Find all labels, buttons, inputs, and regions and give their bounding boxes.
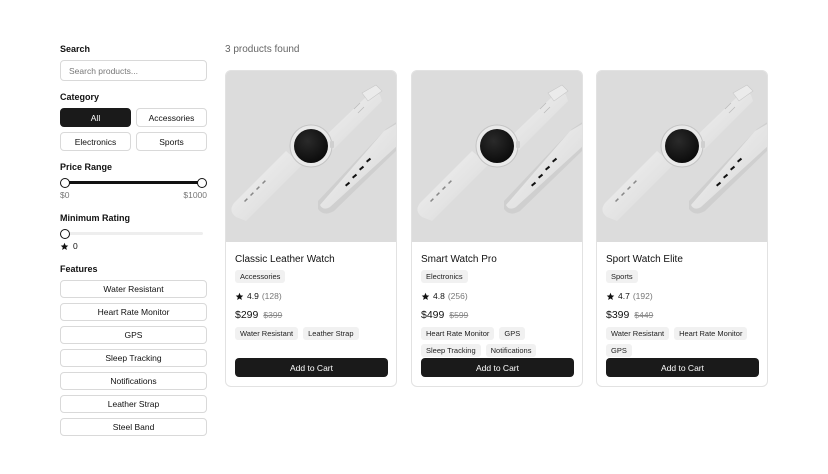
price-range-label: Price Range [60,162,113,172]
feature-tags: Water Resistant Leather Strap [235,327,387,344]
feature-tag: Water Resistant [235,327,299,340]
feature-tag: Water Resistant [606,327,670,340]
price-range-labels: $0 $1000 [60,190,207,200]
price-row: $299 $399 [235,309,387,321]
results-count: 3 products found [225,44,300,55]
product-price: $399 [606,309,630,321]
product-rating: 4.7 (192) [606,291,758,301]
category-options: All Accessories Electronics Sports [60,108,207,151]
feature-tag: Leather Strap [303,327,359,340]
star-icon [421,292,430,300]
rating-thumb[interactable] [60,229,70,239]
product-card[interactable]: Smart Watch Pro Electronics 4.8 (256) $4… [411,70,583,387]
price-row: $499 $599 [421,309,573,321]
rating-value-row: 0 [60,241,207,251]
category-label: Category [60,92,100,102]
category-sports-button[interactable]: Sports [136,132,207,151]
price-min-thumb[interactable] [60,178,70,188]
filter-sidebar: Search Category All Accessories Electron… [60,44,207,441]
review-count: (128) [261,291,282,301]
rating-value: 4.9 [247,291,259,301]
star-icon [606,292,615,300]
feature-options: Water Resistant Heart Rate Monitor GPS S… [60,280,207,436]
price-range-fill [64,181,203,184]
feature-tag: Notifications [485,344,537,357]
original-price: $399 [263,310,283,320]
feature-tag: GPS [499,327,526,340]
star-icon [60,242,69,250]
product-card[interactable]: Classic Leather Watch Accessories 4.9 (1… [225,70,397,387]
product-title[interactable]: Classic Leather Watch [235,253,387,266]
add-to-cart-button[interactable]: Add to Cart [606,358,759,377]
feature-tags: Heart Rate Monitor GPS Sleep Tracking No… [421,327,573,361]
price-range-slider[interactable] [60,178,207,188]
product-price: $299 [235,309,259,321]
product-image[interactable] [412,71,582,242]
feature-steel-band-button[interactable]: Steel Band [60,418,207,436]
add-to-cart-button[interactable]: Add to Cart [235,358,388,377]
price-max-thumb[interactable] [197,178,207,188]
category-all-button[interactable]: All [60,108,131,127]
add-to-cart-button[interactable]: Add to Cart [421,358,574,377]
feature-tag: Sleep Tracking [421,344,481,357]
product-image[interactable] [226,71,396,242]
review-count: (256) [447,291,468,301]
feature-tag: Heart Rate Monitor [674,327,748,340]
feature-gps-button[interactable]: GPS [60,326,207,344]
category-accessories-button[interactable]: Accessories [136,108,207,127]
category-electronics-button[interactable]: Electronics [60,132,131,151]
price-max-label: $1000 [183,190,207,200]
category-badge: Electronics [421,270,468,283]
category-badge: Accessories [235,270,286,283]
product-image[interactable] [597,71,767,242]
rating-track [64,232,203,235]
product-card[interactable]: Sport Watch Elite Sports 4.7 (192) $399 … [596,70,768,387]
feature-tag: GPS [606,344,632,357]
category-badge: Sports [606,270,638,283]
product-title[interactable]: Smart Watch Pro [421,253,573,266]
feature-water-resistant-button[interactable]: Water Resistant [60,280,207,298]
star-icon [235,292,244,300]
price-min-label: $0 [60,190,70,200]
review-count: (192) [632,291,653,301]
rating-slider[interactable] [60,229,207,239]
product-price: $499 [421,309,445,321]
rating-value: 4.7 [618,291,630,301]
original-price: $599 [449,310,469,320]
product-rating: 4.8 (256) [421,291,573,301]
feature-heart-rate-monitor-button[interactable]: Heart Rate Monitor [60,303,207,321]
minimum-rating-label: Minimum Rating [60,213,130,223]
search-input[interactable] [60,60,207,81]
rating-value: 0 [73,241,78,251]
feature-notifications-button[interactable]: Notifications [60,372,207,390]
search-label: Search [60,44,91,54]
product-title[interactable]: Sport Watch Elite [606,253,758,266]
original-price: $449 [634,310,654,320]
feature-sleep-tracking-button[interactable]: Sleep Tracking [60,349,207,367]
feature-leather-strap-button[interactable]: Leather Strap [60,395,207,413]
product-rating: 4.9 (128) [235,291,387,301]
features-label: Features [60,264,98,274]
feature-tag: Heart Rate Monitor [421,327,495,340]
price-row: $399 $449 [606,309,758,321]
feature-tags: Water Resistant Heart Rate Monitor GPS [606,327,758,361]
rating-value: 4.8 [433,291,445,301]
